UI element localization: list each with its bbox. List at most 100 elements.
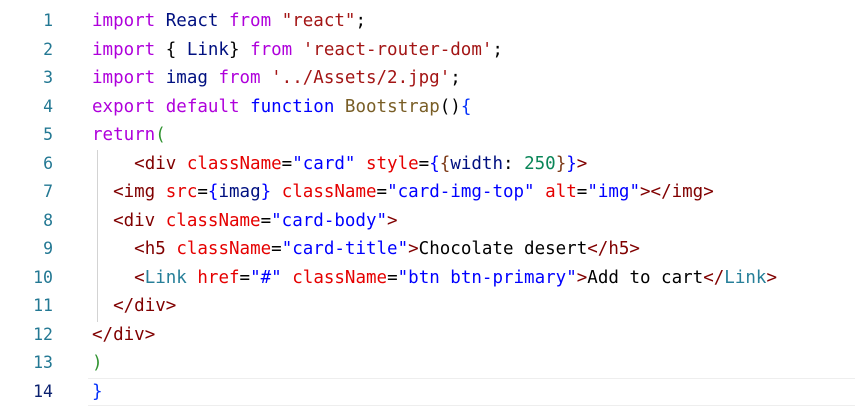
code-token: Add to cart: [587, 267, 704, 288]
code-token: =: [376, 182, 388, 202]
code-token: h5: [144, 239, 166, 259]
code-token: =: [271, 239, 282, 259]
code-text: <div className="card" style={{width: 250…: [92, 150, 587, 179]
code-line[interactable]: 4 export default function Bootstrap(){: [0, 93, 855, 122]
line-number: 6: [43, 153, 53, 173]
code-token: div: [113, 324, 145, 345]
code-token: Bootstrap: [344, 96, 440, 117]
line-number: 7: [43, 182, 53, 201]
code-token: imag: [155, 68, 219, 88]
code-token: {: [429, 153, 440, 174]
code-token: <: [92, 182, 124, 202]
code-token: alt: [545, 182, 577, 202]
line-number: 3: [43, 68, 53, 87]
code-line[interactable]: 10 <Link href="#" className="btn btn-pri…: [0, 264, 855, 293]
code-token: className: [292, 267, 388, 288]
code-text: export default function Bootstrap(){: [92, 93, 471, 122]
line-number: 11: [33, 296, 53, 315]
line-number: 2: [43, 39, 53, 59]
code-token: "card-img-top": [387, 182, 535, 202]
code-token: <: [92, 153, 145, 174]
code-token: default: [165, 96, 240, 117]
code-line[interactable]: 14}: [0, 377, 855, 407]
code-text: import { Link} from 'react-router-dom';: [92, 36, 503, 65]
code-token: <: [92, 210, 124, 231]
line-number: 13: [33, 353, 53, 372]
code-text: <Link href="#" className="btn btn-primar…: [92, 264, 777, 293]
line-number: 9: [43, 239, 53, 258]
code-line[interactable]: 2 import { Link} from 'react-router-dom';: [0, 36, 855, 65]
code-token: from: [228, 11, 272, 31]
line-number: 4: [43, 96, 53, 116]
line-number: 5: [43, 125, 53, 144]
code-line[interactable]: 1 import React from "react";: [0, 7, 855, 36]
code-text: return(: [92, 121, 166, 150]
code-token: >: [165, 296, 177, 316]
code-text: ): [92, 349, 103, 378]
code-token: "#": [250, 267, 282, 288]
code-editor[interactable]: 1 import React from "react"; 2 import { Lin…: [0, 0, 855, 414]
code-token: </: [92, 324, 114, 345]
code-token: </: [92, 296, 135, 316]
code-text: </div>: [92, 321, 155, 350]
code-line[interactable]: 12 </div>: [0, 321, 855, 350]
code-text: }: [92, 378, 103, 407]
code-token: React: [155, 11, 229, 31]
code-token: >: [408, 239, 419, 259]
line-number: 14: [33, 381, 53, 401]
code-token: =: [239, 267, 251, 288]
code-token: <: [92, 239, 145, 259]
code-token: img: [123, 182, 156, 202]
code-token: ): [92, 353, 103, 373]
code-token: >: [576, 153, 588, 174]
code-token: from: [218, 68, 261, 88]
code-line[interactable]: 8 <div className="card-body">: [0, 207, 855, 236]
code-token: =: [418, 153, 430, 174]
code-line[interactable]: 6 <div className="card" style={{width: 2…: [0, 150, 855, 179]
line-number: 1: [43, 11, 53, 30]
code-token: }: [260, 182, 272, 202]
code-token: >: [703, 182, 714, 202]
code-token: >: [766, 267, 777, 288]
code-text: </div>: [92, 292, 176, 321]
code-line[interactable]: 13): [0, 349, 855, 378]
code-token: "img": [587, 182, 640, 202]
code-token: ;: [355, 11, 366, 31]
code-line[interactable]: 11 </div>: [0, 292, 855, 321]
code-token: import: [92, 68, 156, 88]
code-token: ;: [450, 68, 461, 88]
code-token: return: [92, 125, 156, 145]
code-line[interactable]: 9 <h5 className="card-title">Chocolate d…: [0, 235, 855, 264]
code-token: {: [439, 153, 451, 174]
code-text: import React from "react";: [92, 7, 366, 36]
code-line[interactable]: 7 <img src={imag} className="card-img-to…: [0, 178, 855, 207]
code-token: className: [176, 239, 272, 259]
code-line[interactable]: 3 import imag from '../Assets/2.jpg';: [0, 64, 855, 93]
code-text: <img src={imag} className="card-img-top"…: [92, 178, 714, 207]
code-token: </: [587, 239, 609, 259]
code-text: <h5 className="card-title">Chocolate des…: [92, 235, 640, 264]
code-token: function: [250, 96, 335, 117]
code-token: =: [281, 153, 293, 174]
code-token: }: [555, 153, 567, 174]
code-token: Link: [144, 267, 187, 288]
code-token: =: [260, 210, 272, 231]
code-token: h5: [608, 239, 630, 259]
code-token: >: [144, 324, 156, 345]
code-line[interactable]: 5 return(: [0, 121, 855, 150]
line-number: 10: [33, 267, 53, 287]
code-token: {: [460, 96, 472, 117]
code-token: >: [387, 210, 398, 231]
code-token: >: [576, 267, 588, 288]
code-token: <: [92, 267, 145, 288]
